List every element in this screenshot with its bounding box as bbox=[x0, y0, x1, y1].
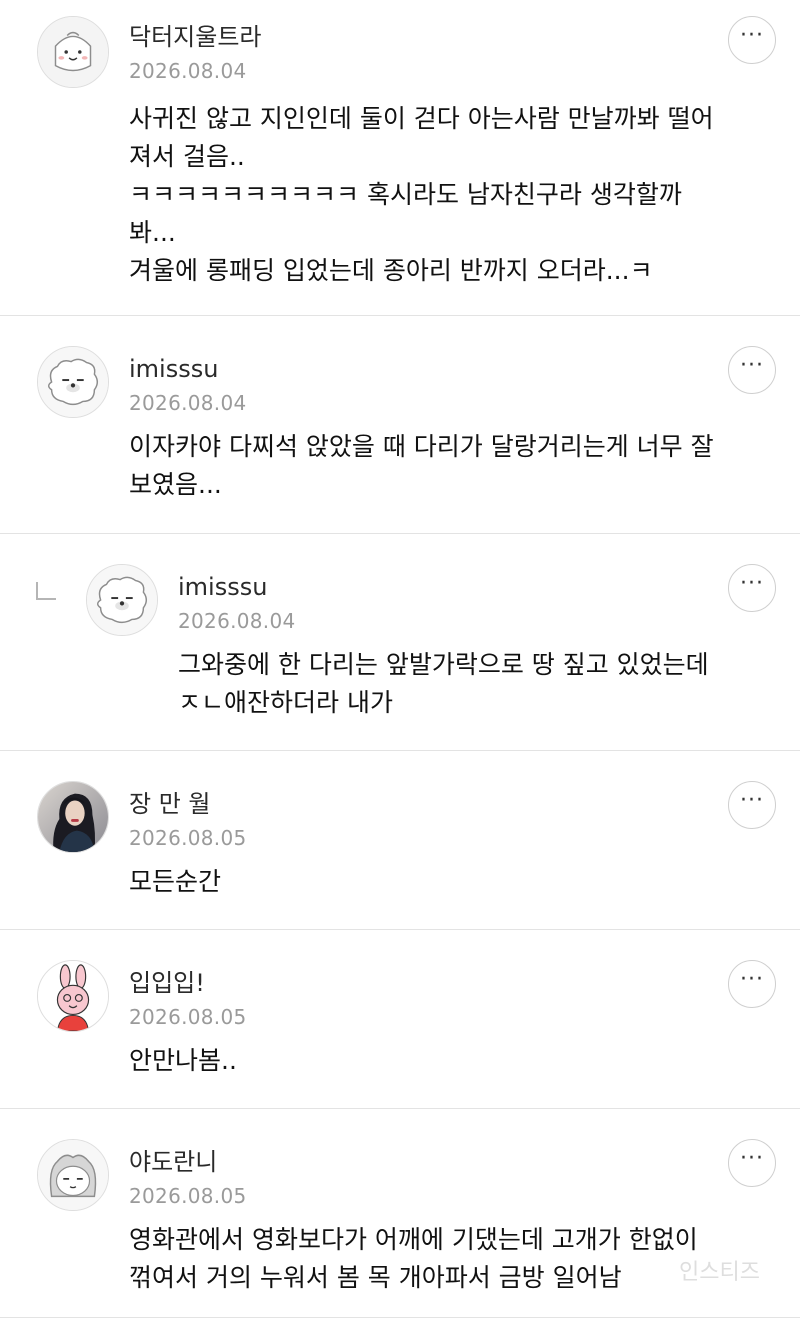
smiling-character-avatar[interactable] bbox=[37, 16, 109, 88]
comment-item: 닥터지울트라 2026.08.04 ··· 사귀진 않고 지인인데 둘이 걷다 … bbox=[0, 0, 800, 316]
sleepy-character-avatar[interactable] bbox=[37, 1139, 109, 1211]
comment-line: 그와중에 한 다리는 앞발가락으로 땅 짚고 있었는데 bbox=[178, 650, 709, 679]
comment-date: 2026.08.05 bbox=[129, 826, 247, 850]
comment-body: 이자카야 다찌석 앉았을 때 다리가 달랑거리는게 너무 잘 보였음... bbox=[129, 428, 714, 504]
reply-comment-item: imisssu 2026.08.04 ··· 그와중에 한 다리는 앞발가락으로… bbox=[0, 534, 800, 751]
comment-username[interactable]: 닥터지울트라 bbox=[129, 22, 261, 52]
comment-line: 사귀진 않고 지인인데 둘이 걷다 아는사람 만날까봐 떨어 bbox=[129, 104, 714, 133]
comment-line: ㅋㅋㅋㅋㅋㅋㅋㅋㅋㅋ 혹시라도 남자친구라 생각할까 bbox=[129, 180, 682, 209]
more-options-button[interactable]: ··· bbox=[728, 16, 776, 64]
comment-body: 모든순간 bbox=[129, 863, 221, 901]
comment-line: 이자카야 다찌석 앉았을 때 다리가 달랑거리는게 너무 잘 bbox=[129, 432, 714, 461]
more-icon: ··· bbox=[740, 1146, 764, 1171]
comment-username[interactable]: imisssu bbox=[129, 354, 218, 384]
pink-rabbit-avatar[interactable] bbox=[37, 960, 109, 1032]
more-options-button[interactable]: ··· bbox=[728, 960, 776, 1008]
comment-date: 2026.08.05 bbox=[129, 1184, 247, 1208]
comment-item: 야도란니 2026.08.05 ··· 영화관에서 영화보다가 어깨에 기댔는데… bbox=[0, 1109, 800, 1318]
comment-line: 보였음... bbox=[129, 470, 222, 499]
more-options-button[interactable]: ··· bbox=[728, 346, 776, 394]
comment-line: 모든순간 bbox=[129, 867, 222, 896]
more-options-button[interactable]: ··· bbox=[728, 1139, 776, 1187]
comment-line: 봐... bbox=[129, 218, 176, 247]
comment-username[interactable]: 입입입! bbox=[129, 968, 205, 998]
more-icon: ··· bbox=[740, 788, 764, 813]
more-icon: ··· bbox=[740, 353, 764, 378]
comment-line: 영화관에서 영화보다가 어깨에 기댔는데 고개가 한없이 bbox=[129, 1225, 698, 1254]
more-options-button[interactable]: ··· bbox=[728, 781, 776, 829]
comment-date: 2026.08.04 bbox=[129, 391, 247, 415]
comment-item: 장 만 월 2026.08.05 ··· 모든순간 bbox=[0, 751, 800, 930]
comment-item: 입입입! 2026.08.05 ··· 안만나봄.. bbox=[0, 930, 800, 1109]
more-options-button[interactable]: ··· bbox=[728, 564, 776, 612]
comment-username[interactable]: 장 만 월 bbox=[129, 789, 211, 819]
comment-line: 져서 걸음.. bbox=[129, 142, 245, 171]
fluffy-dog-avatar[interactable] bbox=[37, 346, 109, 418]
reply-indicator-icon bbox=[36, 582, 56, 600]
comment-line: 겨울에 롱패딩 입었는데 종아리 반까지 오더라...ㅋ bbox=[129, 256, 653, 285]
comment-line: 꺾여서 거의 누워서 봄 목 개아파서 금방 일어남 bbox=[129, 1263, 622, 1292]
fluffy-dog-avatar[interactable] bbox=[86, 564, 158, 636]
comment-body: 안만나봄.. bbox=[129, 1042, 237, 1080]
comment-item: imisssu 2026.08.04 ··· 이자카야 다찌석 앉았을 때 다리… bbox=[0, 316, 800, 534]
more-icon: ··· bbox=[740, 23, 764, 48]
comment-line: 안만나봄.. bbox=[129, 1046, 237, 1075]
comment-date: 2026.08.05 bbox=[129, 1005, 247, 1029]
site-watermark: 인스티즈 bbox=[679, 1260, 760, 1285]
more-icon: ··· bbox=[740, 967, 764, 992]
more-icon: ··· bbox=[740, 571, 764, 596]
comment-body: 사귀진 않고 지인인데 둘이 걷다 아는사람 만날까봐 떨어 져서 걸음.. ㅋ… bbox=[129, 100, 714, 290]
comment-username[interactable]: imisssu bbox=[178, 572, 267, 602]
comment-body: 영화관에서 영화보다가 어깨에 기댔는데 고개가 한없이 꺾여서 거의 누워서 … bbox=[129, 1221, 698, 1297]
comment-body: 그와중에 한 다리는 앞발가락으로 땅 짚고 있었는데 ㅈㄴ애잔하더라 내가 bbox=[178, 646, 709, 722]
comment-username[interactable]: 야도란니 bbox=[129, 1147, 217, 1177]
comment-date: 2026.08.04 bbox=[178, 609, 296, 633]
portrait-photo-avatar[interactable] bbox=[37, 781, 109, 853]
comment-date: 2026.08.04 bbox=[129, 59, 247, 83]
comment-line: ㅈㄴ애잔하더라 내가 bbox=[178, 688, 393, 717]
